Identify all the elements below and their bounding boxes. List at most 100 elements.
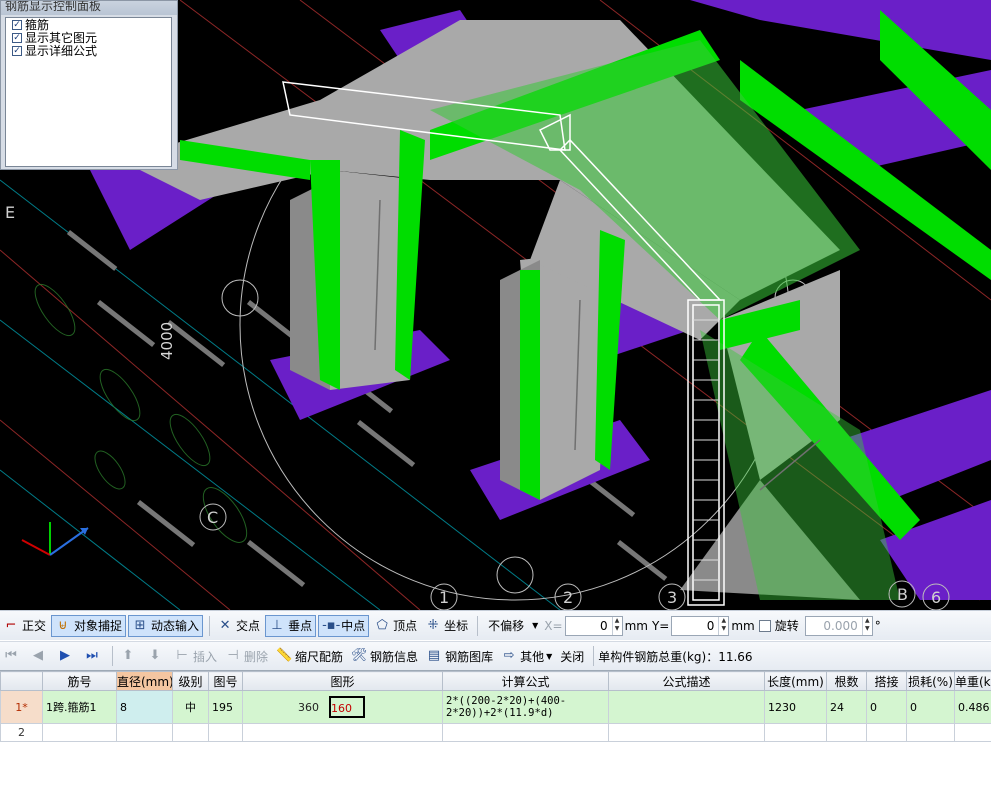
next-record-button[interactable]: ▶ — [54, 645, 79, 667]
column-header-formula[interactable]: 计算公式 — [442, 671, 609, 691]
column-header-shape[interactable]: 图形 — [242, 671, 443, 691]
axis-gizmo-icon — [21, 522, 89, 556]
cell-formula[interactable] — [442, 723, 609, 742]
cell-bar-no[interactable] — [42, 723, 117, 742]
down-arrow-icon: ⬇ — [149, 648, 161, 663]
option-stirrup[interactable]: ✓ 箍筋 — [6, 19, 171, 31]
close-label: 关闭 — [560, 649, 585, 664]
cell-loss[interactable] — [906, 723, 955, 742]
cell-unit-weight[interactable] — [954, 723, 991, 742]
snap-toolbar: ⌐ 正交 ⊌ 对象捕捉 ⊞ 动态输入 ✕ 交点 ⊥ 垂点 -▪- 中点 ⬠ 顶点… — [0, 610, 991, 640]
x-value: 0 — [599, 618, 608, 633]
cell-lap[interactable]: 0 — [866, 690, 907, 724]
cell-shape[interactable]: 360 160 — [242, 690, 443, 724]
rotate-input[interactable]: 0.000 ▲ ▼ — [804, 615, 873, 636]
column-header-length[interactable]: 长度(mm) — [764, 671, 827, 691]
rebar-library-button[interactable]: ▤ 钢筋图库 — [423, 645, 496, 667]
perpendicular-snap-button[interactable]: ⊥ 垂点 — [265, 614, 317, 637]
close-button[interactable]: 关闭 — [557, 645, 587, 667]
vertex-snap-button[interactable]: ⬠ 顶点 — [371, 615, 420, 637]
option-show-other-elements[interactable]: ✓ 显示其它图元 — [6, 32, 171, 44]
cell-formula-desc[interactable] — [608, 723, 765, 742]
column-header-formula-desc[interactable]: 公式描述 — [608, 671, 765, 691]
spinner-arrows-icon[interactable]: ▲ ▼ — [611, 616, 622, 635]
offset-mode-value: 不偏移 — [488, 619, 525, 633]
prev-record-button[interactable]: ◀ — [27, 645, 52, 667]
cell-length[interactable]: 1230 — [764, 690, 827, 724]
axis-label-2: 2 — [563, 588, 573, 607]
table-row[interactable]: 2 — [0, 723, 991, 742]
ortho-label: 正交 — [22, 619, 47, 633]
row-header[interactable]: 2 — [0, 723, 43, 742]
row-header[interactable]: 1* — [0, 690, 43, 724]
x-unit: mm — [624, 618, 648, 633]
column-header-bar-no[interactable]: 筋号 — [42, 671, 117, 691]
rebar-display-panel[interactable]: 钢筋显示控制面板 ✓ 箍筋 ✓ 显示其它图元 ✓ 显示详细公式 — [0, 0, 178, 170]
cell-count[interactable] — [826, 723, 867, 742]
intersection-snap-button[interactable]: ✕ 交点 — [214, 615, 263, 637]
column-header-diameter[interactable]: 直径(mm) — [116, 671, 173, 691]
cell-shape[interactable] — [242, 723, 443, 742]
column-header[interactable] — [0, 671, 43, 691]
column-header-shape-no[interactable]: 图号 — [208, 671, 243, 691]
cell-diameter[interactable]: 8 — [116, 690, 173, 724]
column-header-unit-weight[interactable]: 单重(kg) — [954, 671, 991, 691]
move-up-button[interactable]: ⬆ — [117, 645, 142, 667]
midpoint-snap-button[interactable]: -▪- 中点 — [318, 614, 370, 637]
rebar-info-button[interactable]: 🛠 钢筋信息 — [348, 645, 421, 667]
checkbox-show-detailed-formula[interactable]: ✓ — [12, 46, 22, 56]
cell-unit-weight[interactable]: 0.486 — [954, 690, 991, 724]
other-menu-button[interactable]: ⇨ 其他 ▼ — [498, 645, 555, 667]
cell-formula[interactable]: 2*((200-2*20)+(400-2*20))+2*(11.9*d) — [442, 690, 609, 724]
checkbox-show-other-elements[interactable]: ✓ — [12, 33, 22, 43]
column-header-lap[interactable]: 搭接 — [866, 671, 907, 691]
cell-length[interactable] — [764, 723, 827, 742]
cell-formula-desc[interactable] — [608, 690, 765, 724]
table-header-row: 筋号 直径(mm) 级别 图号 图形 计算公式 公式描述 长度(mm) 根数 搭… — [0, 671, 991, 691]
cell-loss[interactable]: 0 — [906, 690, 955, 724]
rebar-info-label: 钢筋信息 — [370, 649, 419, 664]
x-input[interactable]: 0 ▲ ▼ — [564, 615, 623, 636]
column-header-count[interactable]: 根数 — [826, 671, 867, 691]
axis-label-3: 3 — [667, 588, 677, 607]
cell-count[interactable]: 24 — [826, 690, 867, 724]
toolbar-separator — [593, 646, 595, 666]
cell-grade[interactable]: 中 — [172, 690, 209, 724]
object-snap-button[interactable]: ⊌ 对象捕捉 — [51, 614, 127, 637]
offset-mode-select[interactable]: 不偏移 ▼ — [485, 616, 541, 636]
spinner-arrows-icon[interactable]: ▲ ▼ — [861, 616, 872, 635]
coordinate-snap-button[interactable]: ⁜ 坐标 — [422, 615, 471, 637]
perpendicular-icon: ⊥ — [271, 617, 283, 633]
scale-rebar-button[interactable]: 📏 缩尺配筋 — [273, 645, 346, 667]
first-icon: ⏮ — [5, 648, 17, 663]
dimension-text: 4000 — [158, 322, 176, 360]
y-label: Y= — [651, 618, 670, 633]
last-record-button[interactable]: ⏭ — [81, 645, 106, 667]
cell-bar-no[interactable]: 1跨.箍筋1 — [42, 690, 117, 724]
insert-button[interactable]: ⊢ 插入 — [171, 645, 220, 667]
column-header-grade[interactable]: 级别 — [172, 671, 209, 691]
checkbox-stirrup[interactable]: ✓ — [12, 20, 22, 30]
rebar-table: 筋号 直径(mm) 级别 图号 图形 计算公式 公式描述 长度(mm) 根数 搭… — [0, 671, 991, 742]
first-record-button[interactable]: ⏮ — [0, 645, 25, 667]
spinner-arrows-icon[interactable]: ▲ ▼ — [718, 616, 728, 635]
delete-button[interactable]: ⊣ 删除 — [222, 645, 271, 667]
rebar-table-container: 筋号 直径(mm) 级别 图号 图形 计算公式 公式描述 长度(mm) 根数 搭… — [0, 670, 991, 807]
chevron-down-icon: ▼ — [532, 621, 539, 630]
column-header-loss[interactable]: 损耗(%) — [906, 671, 955, 691]
dynamic-input-button[interactable]: ⊞ 动态输入 — [128, 614, 204, 637]
cell-lap[interactable] — [866, 723, 907, 742]
3d-viewport[interactable]: E C 1 2 3 B 6 4000 钢筋显示控制面板 ✓ 箍筋 ✓ 显示其它图… — [0, 0, 991, 610]
option-show-detailed-formula[interactable]: ✓ 显示详细公式 — [6, 45, 171, 57]
cell-shape-no[interactable]: 195 — [208, 690, 243, 724]
move-down-button[interactable]: ⬇ — [144, 645, 169, 667]
y-input[interactable]: 0 ▲ ▼ — [671, 615, 730, 636]
cell-diameter[interactable] — [116, 723, 173, 742]
perpendicular-label: 垂点 — [288, 619, 313, 633]
rotate-checkbox[interactable] — [758, 619, 771, 632]
cell-grade[interactable] — [172, 723, 209, 742]
ortho-button[interactable]: ⌐ 正交 — [0, 615, 49, 637]
cell-shape-no[interactable] — [208, 723, 243, 742]
table-row[interactable]: 1* 1跨.箍筋1 8 中 195 360 160 2*((200-2*20)+… — [0, 690, 991, 724]
option-show-detailed-formula-label: 显示详细公式 — [25, 44, 98, 58]
